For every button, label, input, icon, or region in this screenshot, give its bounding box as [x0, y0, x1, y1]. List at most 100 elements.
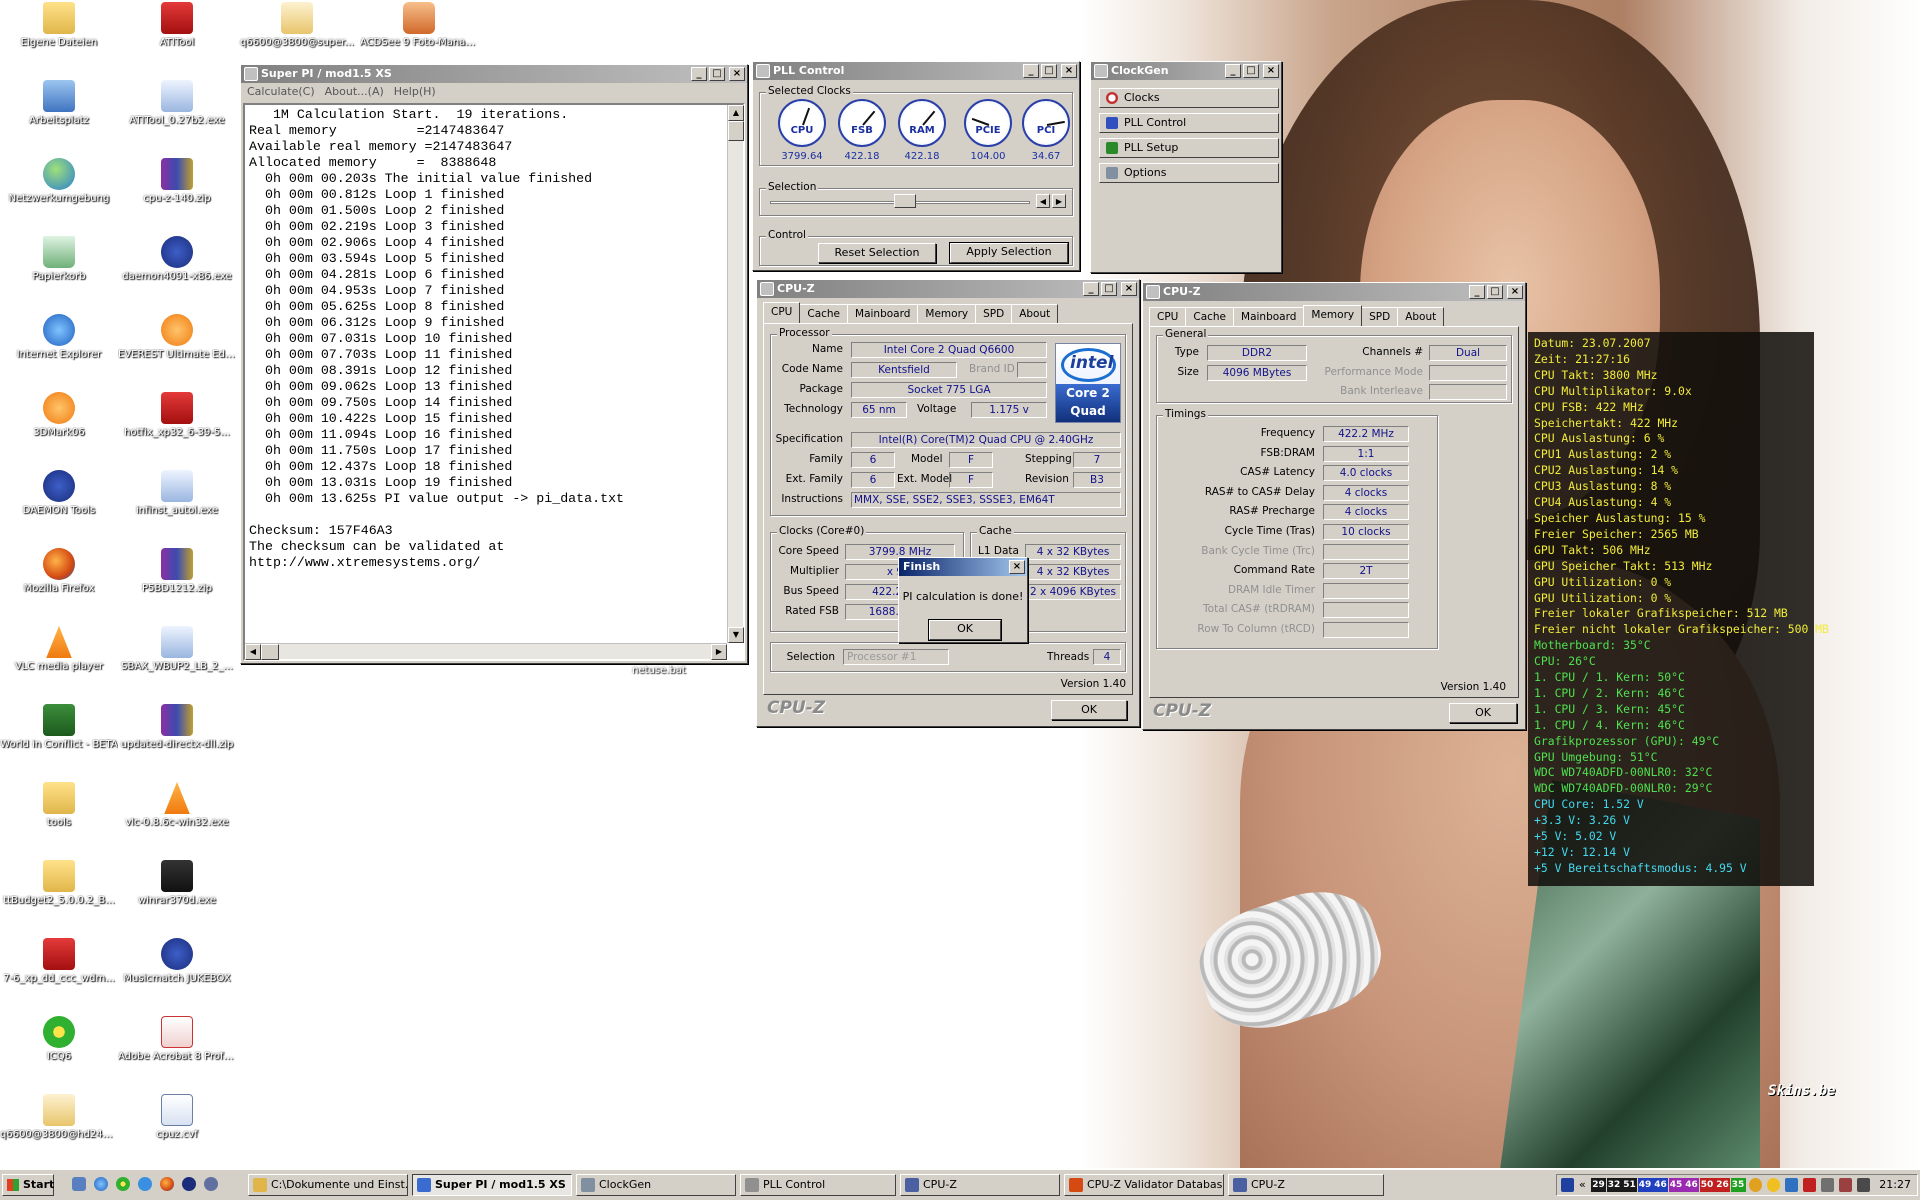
- dial-pci[interactable]: [1022, 99, 1070, 147]
- slider-right-button[interactable]: ▶: [1052, 194, 1066, 208]
- scroll-down-button[interactable]: ▼: [728, 627, 744, 643]
- close-button[interactable]: ×: [1121, 282, 1137, 296]
- cpuz-titlebar[interactable]: CPU-Z _ □ ×: [1143, 283, 1525, 301]
- dial-cpu[interactable]: [778, 99, 826, 147]
- maximize-button[interactable]: □: [709, 67, 725, 81]
- tab-spd[interactable]: SPD: [1361, 307, 1399, 326]
- desktop-icon[interactable]: Papierkorb: [0, 236, 118, 283]
- scroll-left-button[interactable]: ◀: [245, 644, 261, 660]
- desktop-icon[interactable]: ACDSee 9 Foto-Manager: [360, 2, 478, 49]
- desktop-icon[interactable]: ATITool_0.27b2.exe: [118, 80, 236, 127]
- tab-mainboard[interactable]: Mainboard: [847, 304, 919, 323]
- tray-expand-icon[interactable]: «: [1579, 1178, 1586, 1191]
- taskbar-button[interactable]: C:\Dokumente und Einst...: [248, 1174, 408, 1196]
- maximize-button[interactable]: □: [1243, 64, 1259, 78]
- taskbar-button[interactable]: CPU-Z: [1228, 1174, 1384, 1196]
- desktop-icon[interactable]: 7-6_xp_dd_ccc_wdm...: [0, 938, 118, 985]
- musicmatch-icon[interactable]: [182, 1177, 196, 1191]
- reset-selection-button[interactable]: Reset Selection: [818, 243, 936, 263]
- tab-mainboard[interactable]: Mainboard: [1233, 307, 1305, 326]
- desktop-icon[interactable]: tools: [0, 782, 118, 829]
- desktop-icon[interactable]: SBAX_WBUP2_LB_2_...: [118, 626, 236, 673]
- scroll-hthumb[interactable]: [261, 644, 279, 660]
- desktop-icon[interactable]: ATITool: [118, 2, 236, 49]
- media-icon[interactable]: [204, 1177, 218, 1191]
- explorer-icon[interactable]: [138, 1177, 152, 1191]
- desktop-icon[interactable]: Internet Explorer: [0, 314, 118, 361]
- tray-temperature[interactable]: 29: [1591, 1178, 1606, 1192]
- desktop-icon[interactable]: cpuz.cvf: [118, 1094, 236, 1141]
- tab-cpu[interactable]: CPU: [763, 302, 801, 323]
- desktop-icon[interactable]: q6600@3800@hd2400...: [0, 1094, 118, 1141]
- desktop-icon[interactable]: DAEMON Tools: [0, 470, 118, 517]
- tray-temperature[interactable]: 50: [1699, 1178, 1715, 1192]
- desktop-icon[interactable]: P5BD1212.zip: [118, 548, 236, 595]
- desktop-icon[interactable]: daemon4091-x86.exe: [118, 236, 236, 283]
- volume-tray-icon[interactable]: [1821, 1178, 1834, 1192]
- selection-slider-thumb[interactable]: [894, 194, 916, 208]
- maximize-button[interactable]: □: [1101, 282, 1117, 296]
- tray-temperature[interactable]: 46: [1653, 1178, 1668, 1192]
- pll-titlebar[interactable]: PLL Control _ □ ×: [753, 62, 1079, 80]
- desktop-icon[interactable]: q6600@3800@super...: [238, 2, 356, 49]
- clockgen-tray-icon[interactable]: [1785, 1178, 1798, 1192]
- menu-calculate[interactable]: Calculate(C): [247, 83, 315, 101]
- tab-memory[interactable]: Memory: [917, 304, 977, 323]
- taskbar-button[interactable]: ClockGen: [576, 1174, 736, 1196]
- cpuz-ok-button[interactable]: OK: [1051, 700, 1127, 720]
- tray-temperature[interactable]: 35: [1730, 1178, 1746, 1192]
- desktop-icon[interactable]: winrar370d.exe: [118, 860, 236, 907]
- scroll-up-button[interactable]: ▲: [728, 105, 744, 121]
- tray-temperature[interactable]: 46: [1684, 1178, 1699, 1192]
- icq-icon[interactable]: [116, 1177, 130, 1191]
- tab-cache[interactable]: Cache: [799, 304, 849, 323]
- desktop-icon[interactable]: World in Conflict - BETA: [0, 704, 118, 751]
- clockgen-nav-pll-setup[interactable]: PLL Setup: [1099, 138, 1279, 158]
- ie-icon[interactable]: [94, 1177, 108, 1191]
- desktop-icon[interactable]: hotfix_xp32_6-39-5...: [118, 392, 236, 439]
- vertical-scrollbar[interactable]: ▲ ▼: [727, 105, 744, 643]
- show-desktop-icon[interactable]: [72, 1177, 86, 1191]
- desktop-icon[interactable]: Arbeitsplatz: [0, 80, 118, 127]
- desktop-icon[interactable]: ICQ6: [0, 1016, 118, 1063]
- taskbar-button[interactable]: CPU-Z: [900, 1174, 1060, 1196]
- tray-temperature[interactable]: 45: [1668, 1178, 1684, 1192]
- minimize-button[interactable]: _: [691, 67, 707, 81]
- horizontal-scrollbar[interactable]: ◀ ▶: [245, 643, 727, 660]
- superpi-output[interactable]: 1M Calculation Start. 19 iterations. Real…: [243, 103, 745, 661]
- start-button[interactable]: Start: [2, 1174, 54, 1196]
- tray-temperature[interactable]: 51: [1622, 1178, 1637, 1192]
- close-button[interactable]: ×: [1061, 64, 1077, 78]
- clockgen-nav-clocks[interactable]: Clocks: [1099, 88, 1279, 108]
- firefox-icon[interactable]: [160, 1177, 174, 1191]
- tray-temperature[interactable]: 49: [1637, 1178, 1653, 1192]
- dial-fsb[interactable]: [838, 99, 886, 147]
- tab-about[interactable]: About: [1397, 307, 1445, 326]
- tab-cache[interactable]: Cache: [1185, 307, 1235, 326]
- clockgen-titlebar[interactable]: ClockGen _ □ ×: [1091, 62, 1281, 80]
- tray-temperature[interactable]: 26: [1715, 1178, 1730, 1192]
- dial-ram[interactable]: [898, 99, 946, 147]
- desktop-icon[interactable]: Adobe Acrobat 8 Professional: [118, 1016, 236, 1063]
- minimize-button[interactable]: _: [1469, 285, 1485, 299]
- apply-selection-button[interactable]: Apply Selection: [949, 242, 1069, 264]
- processor-select[interactable]: Processor #1: [843, 649, 949, 665]
- ati-tray-icon[interactable]: [1803, 1178, 1816, 1192]
- security-tray-icon[interactable]: [1839, 1178, 1852, 1192]
- finish-ok-button[interactable]: OK: [928, 619, 1002, 641]
- cpuz-titlebar[interactable]: CPU-Z _ □ ×: [757, 280, 1139, 298]
- desktop-icon[interactable]: EVEREST Ultimate Edition: [118, 314, 236, 361]
- tab-cpu[interactable]: CPU: [1149, 307, 1187, 326]
- desktop-icon[interactable]: infinst_autol.exe: [118, 470, 236, 517]
- desktop-icon[interactable]: 3DMark06: [0, 392, 118, 439]
- tab-memory[interactable]: Memory: [1303, 305, 1363, 326]
- minimize-button[interactable]: _: [1083, 282, 1099, 296]
- close-button[interactable]: ×: [1507, 285, 1523, 299]
- taskbar-button[interactable]: Super PI / mod1.5 XS: [412, 1174, 572, 1196]
- taskbar-button[interactable]: CPU-Z Validator Databas...: [1064, 1174, 1224, 1196]
- tab-about[interactable]: About: [1011, 304, 1059, 323]
- menu-about[interactable]: About...(A): [325, 83, 384, 101]
- clockgen-nav-options[interactable]: Options: [1099, 163, 1279, 183]
- finish-titlebar[interactable]: Finish ×: [899, 558, 1027, 576]
- dial-pcie[interactable]: [964, 99, 1012, 147]
